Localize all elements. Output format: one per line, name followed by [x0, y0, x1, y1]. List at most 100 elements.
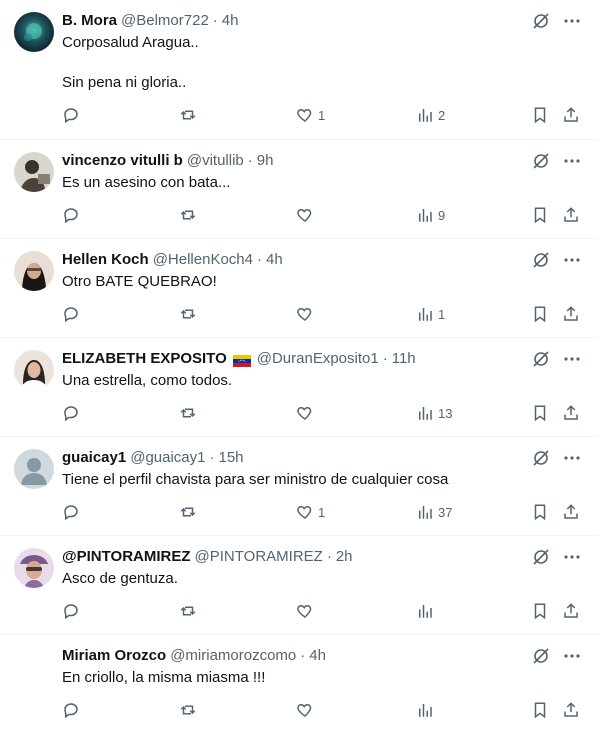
share-button[interactable] — [562, 404, 580, 422]
tweet[interactable]: ELIZABETH EXPOSITO @DuranExposito1 · 11h… — [0, 338, 598, 437]
more-icon[interactable] — [564, 19, 580, 23]
like-button[interactable]: 1 — [296, 503, 325, 521]
bookmark-button[interactable] — [531, 701, 549, 719]
grok-icon[interactable] — [532, 251, 550, 269]
views-button[interactable] — [416, 701, 438, 719]
views-button[interactable]: 9 — [416, 206, 445, 224]
share-button[interactable] — [562, 206, 580, 224]
tweet-text: Es un asesino con bata... — [62, 174, 231, 191]
grok-icon[interactable] — [532, 449, 550, 467]
views-button[interactable] — [416, 602, 438, 620]
share-icon — [562, 106, 580, 124]
tweet[interactable]: guaicay1 @guaicay1 · 15h Tiene el perfil… — [0, 437, 598, 536]
timestamp[interactable]: 4h — [222, 11, 239, 31]
grok-icon[interactable] — [532, 548, 550, 566]
tweet[interactable]: Miriam Orozco @miriamorozcomo · 4h En cr… — [0, 635, 598, 741]
tweet[interactable]: B. Mora @Belmor722 · 4h Corposalud Aragu… — [0, 0, 598, 140]
more-icon[interactable] — [564, 258, 580, 262]
display-name[interactable]: Hellen Koch — [62, 250, 149, 270]
bookmark-button[interactable] — [531, 206, 549, 224]
like-button[interactable] — [296, 305, 318, 323]
reply-button[interactable] — [62, 602, 80, 620]
avatar[interactable] — [14, 152, 54, 192]
timestamp[interactable]: 4h — [309, 646, 326, 666]
user-handle[interactable]: @vitullib — [187, 151, 244, 171]
display-name[interactable]: B. Mora — [62, 11, 117, 31]
display-name[interactable]: ELIZABETH EXPOSITO — [62, 349, 227, 369]
share-button[interactable] — [562, 305, 580, 323]
tweet[interactable]: vincenzo vitulli b @vitullib · 9h Es un … — [0, 140, 598, 239]
more-icon[interactable] — [564, 555, 580, 559]
views-button[interactable]: 1 — [416, 305, 445, 323]
replies-feed: B. Mora @Belmor722 · 4h Corposalud Aragu… — [0, 0, 598, 741]
bookmark-button[interactable] — [531, 305, 549, 323]
share-button[interactable] — [562, 602, 580, 620]
avatar[interactable] — [14, 251, 54, 291]
avatar[interactable] — [14, 350, 54, 390]
timestamp[interactable]: 4h — [266, 250, 283, 270]
like-button[interactable] — [296, 602, 318, 620]
bookmark-icon — [531, 404, 549, 422]
reply-button[interactable] — [62, 305, 80, 323]
display-name[interactable]: @PINTORAMIREZ — [62, 547, 191, 567]
grok-icon[interactable] — [532, 152, 550, 170]
more-icon[interactable] — [564, 159, 580, 163]
retweet-button[interactable] — [178, 602, 198, 620]
grok-icon[interactable] — [532, 12, 550, 30]
timestamp[interactable]: 9h — [257, 151, 274, 171]
display-name[interactable]: guaicay1 — [62, 448, 126, 468]
views-button[interactable]: 2 — [416, 106, 445, 124]
views-button[interactable]: 13 — [416, 404, 452, 422]
views-icon — [416, 701, 434, 719]
retweet-button[interactable] — [178, 206, 198, 224]
retweet-button[interactable] — [178, 701, 198, 719]
retweet-icon — [178, 602, 198, 620]
like-button[interactable]: 1 — [296, 106, 325, 124]
bookmark-button[interactable] — [531, 404, 549, 422]
views-button[interactable]: 37 — [416, 503, 452, 521]
grok-icon[interactable] — [532, 647, 550, 665]
avatar[interactable] — [14, 548, 54, 588]
reply-button[interactable] — [62, 404, 80, 422]
share-button[interactable] — [562, 106, 580, 124]
like-button[interactable] — [296, 206, 318, 224]
like-button[interactable] — [296, 701, 318, 719]
tweet[interactable]: Hellen Koch @HellenKoch4 · 4h Otro BATE … — [0, 239, 598, 338]
avatar[interactable] — [14, 449, 54, 489]
timestamp[interactable]: 15h — [219, 448, 244, 468]
more-icon[interactable] — [564, 456, 580, 460]
more-icon[interactable] — [564, 654, 580, 658]
user-handle[interactable]: @guaicay1 — [130, 448, 205, 468]
user-handle[interactable]: @PINTORAMIREZ — [195, 547, 323, 567]
share-button[interactable] — [562, 701, 580, 719]
user-handle[interactable]: @HellenKoch4 — [153, 250, 253, 270]
reply-button[interactable] — [62, 503, 80, 521]
share-icon — [562, 206, 580, 224]
retweet-button[interactable] — [178, 503, 198, 521]
grok-icon[interactable] — [532, 350, 550, 368]
user-handle[interactable]: @DuranExposito1 — [257, 349, 379, 369]
timestamp[interactable]: 11h — [392, 349, 416, 369]
retweet-button[interactable] — [178, 305, 198, 323]
tweet-header: Miriam Orozco @miriamorozcomo · 4h — [62, 645, 582, 667]
share-button[interactable] — [562, 503, 580, 521]
display-name[interactable]: Miriam Orozco — [62, 646, 166, 666]
user-handle[interactable]: @Belmor722 — [121, 11, 209, 31]
like-button[interactable] — [296, 404, 318, 422]
reply-button[interactable] — [62, 206, 80, 224]
more-icon[interactable] — [564, 357, 580, 361]
bookmark-button[interactable] — [531, 503, 549, 521]
reply-button[interactable] — [62, 701, 80, 719]
retweet-button[interactable] — [178, 106, 198, 124]
avatar[interactable] — [14, 12, 54, 52]
retweet-button[interactable] — [178, 404, 198, 422]
display-name[interactable]: vincenzo vitulli b — [62, 151, 183, 171]
reply-button[interactable] — [62, 106, 80, 124]
bookmark-button[interactable] — [531, 106, 549, 124]
bookmark-button[interactable] — [531, 602, 549, 620]
timestamp[interactable]: 2h — [336, 547, 353, 567]
user-handle[interactable]: @miriamorozcomo — [170, 646, 296, 666]
tweet[interactable]: @PINTORAMIREZ @PINTORAMIREZ · 2h Asco de… — [0, 536, 598, 635]
retweet-icon — [178, 701, 198, 719]
like-icon — [296, 106, 314, 124]
